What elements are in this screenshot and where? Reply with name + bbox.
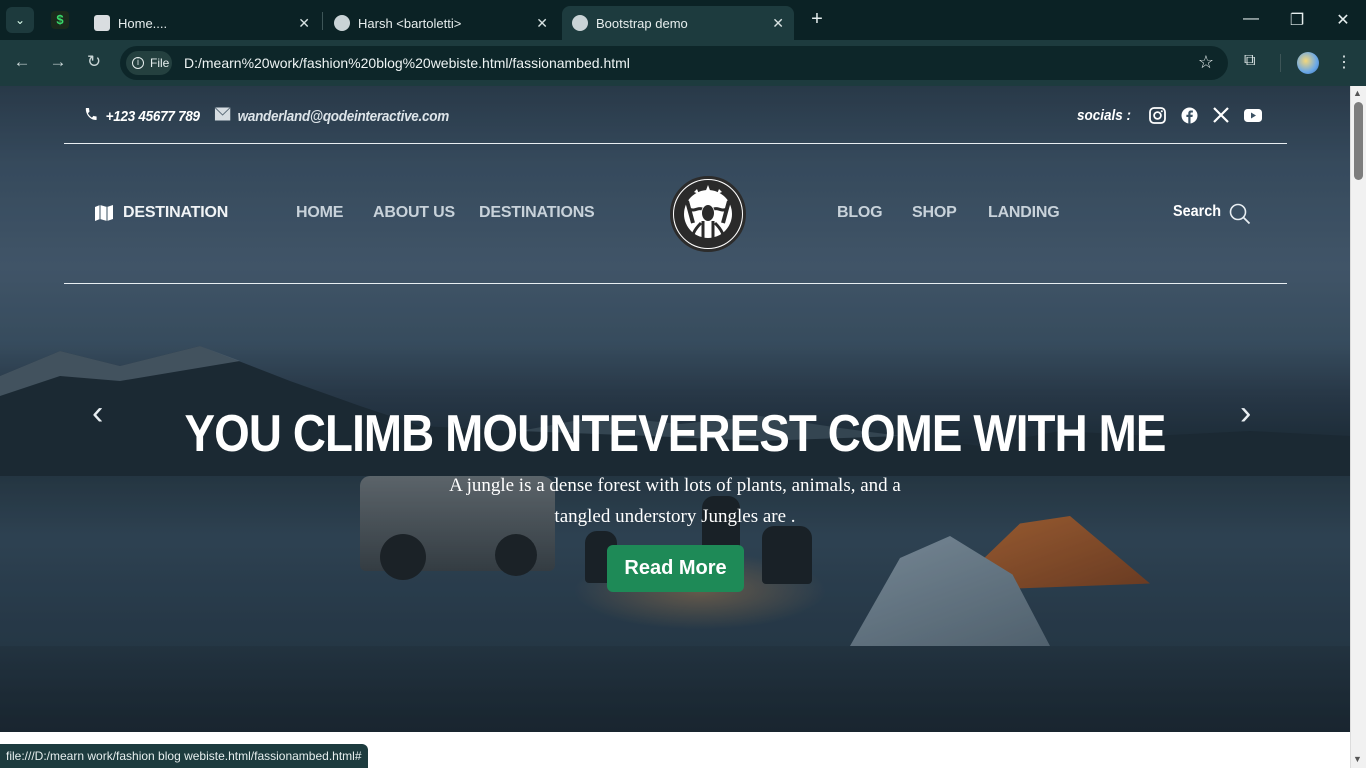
scroll-down-icon[interactable]: ▼ bbox=[1353, 754, 1362, 764]
socials-label: socials : bbox=[1076, 106, 1131, 124]
nav-destinations[interactable]: DESTINATIONS bbox=[479, 204, 595, 222]
facebook-icon[interactable] bbox=[1180, 106, 1198, 124]
site-info-chip[interactable]: i File bbox=[126, 51, 172, 75]
extensions-icon[interactable]: ⧉ bbox=[1244, 52, 1255, 70]
tab-title: Harsh <bartoletti> bbox=[358, 15, 462, 31]
info-icon: i bbox=[132, 57, 144, 69]
youtube-icon[interactable] bbox=[1244, 106, 1262, 124]
search-link[interactable]: Search bbox=[1173, 203, 1221, 221]
minimize-button[interactable]: — bbox=[1228, 10, 1274, 28]
hero-description: A jungle is a dense forest with lots of … bbox=[449, 475, 901, 527]
nav-divider bbox=[64, 283, 1287, 284]
tab-home[interactable]: Home.... ✕ bbox=[84, 6, 320, 40]
tab-bootstrap-demo[interactable]: Bootstrap demo ✕ bbox=[562, 6, 794, 40]
pinned-tab[interactable]: $ bbox=[48, 9, 72, 31]
page-viewport: +123 45677 789 wanderland@qodeinteractiv… bbox=[0, 86, 1350, 732]
reload-button[interactable]: ↻ bbox=[82, 52, 106, 72]
tab-title: Bootstrap demo bbox=[596, 15, 688, 31]
contact-bar: +123 45677 789 wanderland@qodeinteractiv… bbox=[84, 106, 449, 126]
tab-search-button[interactable]: ⌄ bbox=[6, 7, 34, 33]
social-links: socials : bbox=[1074, 106, 1262, 124]
hero-title: YOU CLIMB MOUNTEVEREST COME WITH ME bbox=[184, 405, 1166, 463]
scrollbar[interactable] bbox=[1350, 86, 1366, 768]
close-icon[interactable]: ✕ bbox=[772, 15, 784, 32]
search-icon[interactable] bbox=[1229, 203, 1251, 225]
phone-number[interactable]: +123 45677 789 bbox=[106, 108, 200, 125]
url-text[interactable]: D:/mearn%20work/fashion%20blog%20webiste… bbox=[184, 55, 630, 71]
email-address[interactable]: wanderland@qodeinteractive.com bbox=[238, 108, 450, 125]
nav-blog[interactable]: BLOG bbox=[837, 204, 883, 222]
address-bar[interactable]: i File D:/mearn%20work/fashion%20blog%20w… bbox=[120, 46, 1228, 80]
siren-logo-icon bbox=[674, 180, 742, 248]
nav-shop[interactable]: SHOP bbox=[912, 204, 957, 222]
browser-titlebar: ⌄ $ Home.... ✕ Harsh <bartoletti> ✕ Boot… bbox=[0, 0, 1366, 40]
profile-avatar[interactable] bbox=[1297, 52, 1319, 74]
close-icon[interactable]: ✕ bbox=[298, 15, 310, 32]
nav-home[interactable]: HOME bbox=[296, 204, 343, 222]
nav-about-us[interactable]: ABOUT US bbox=[373, 204, 455, 222]
chip-label: File bbox=[150, 56, 170, 70]
bookmark-star-icon[interactable]: ☆ bbox=[1198, 52, 1214, 73]
back-button[interactable]: ← bbox=[10, 52, 34, 72]
globe-icon bbox=[334, 15, 350, 31]
forward-button[interactable]: → bbox=[46, 52, 70, 72]
scrollbar-edge bbox=[1350, 86, 1351, 768]
header-divider bbox=[64, 143, 1287, 144]
phone-icon bbox=[84, 106, 98, 126]
brand-label: DESTINATION bbox=[123, 204, 229, 221]
starbucks-logo[interactable] bbox=[670, 176, 746, 252]
read-more-button[interactable]: Read More bbox=[607, 545, 744, 592]
scrollbar-thumb[interactable] bbox=[1354, 102, 1363, 180]
new-tab-button[interactable]: + bbox=[806, 9, 828, 31]
status-bar-url: file:///D:/mearn work/fashion blog webis… bbox=[0, 744, 368, 768]
mail-icon bbox=[214, 107, 231, 125]
dollar-icon: $ bbox=[51, 11, 69, 29]
toolbar-divider bbox=[1280, 54, 1281, 72]
scroll-up-icon[interactable]: ▲ bbox=[1353, 88, 1362, 98]
map-icon bbox=[95, 205, 113, 221]
tab-title: Home.... bbox=[118, 15, 168, 31]
instagram-icon[interactable] bbox=[1148, 106, 1166, 124]
restore-button[interactable]: ❐ bbox=[1274, 10, 1320, 30]
menu-icon[interactable]: ⋮ bbox=[1336, 52, 1352, 72]
nav-landing[interactable]: LANDING bbox=[988, 204, 1060, 222]
brand-link[interactable]: DESTINATION bbox=[95, 204, 228, 222]
close-window-button[interactable]: ✕ bbox=[1320, 10, 1366, 30]
tab-divider bbox=[322, 12, 323, 30]
x-icon[interactable] bbox=[1212, 106, 1230, 124]
page-icon bbox=[94, 15, 110, 31]
globe-icon bbox=[572, 15, 588, 31]
browser-toolbar: ← → ↻ i File D:/mearn%20work/fashion%20bl… bbox=[0, 40, 1366, 86]
close-icon[interactable]: ✕ bbox=[536, 15, 548, 32]
tab-harsh[interactable]: Harsh <bartoletti> ✕ bbox=[324, 6, 558, 40]
